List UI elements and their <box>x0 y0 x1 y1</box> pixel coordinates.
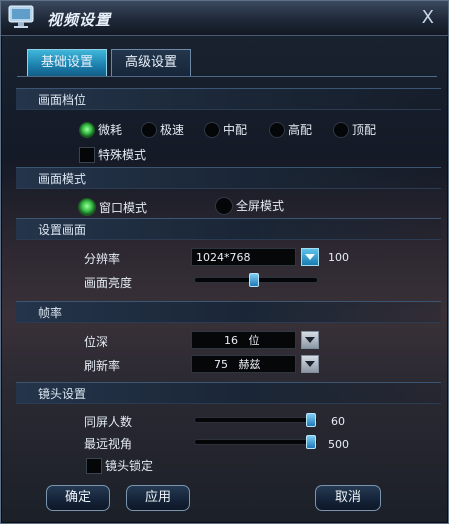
section-display-mode: 画面模式 <box>16 167 441 189</box>
section-title: 设置画面 <box>38 223 87 237</box>
screen-players-slider-thumb[interactable] <box>306 413 316 427</box>
quality-radio-high[interactable] <box>269 122 285 138</box>
special-mode-checkbox[interactable] <box>79 147 95 163</box>
apply-button[interactable]: 应用 <box>126 485 190 511</box>
brightness-label: 画面亮度 <box>84 276 133 290</box>
view-distance-slider-thumb[interactable] <box>306 435 316 449</box>
chevron-down-icon <box>305 254 315 260</box>
special-mode-label: 特殊模式 <box>98 148 147 162</box>
resolution-extra-value: 100 <box>328 251 349 264</box>
screen-players-label: 同屏人数 <box>84 415 133 429</box>
section-title: 镜头设置 <box>38 387 87 401</box>
view-distance-label: 最远视角 <box>84 437 133 451</box>
quality-radio-top[interactable] <box>333 122 349 138</box>
tab-advanced-settings[interactable]: 高级设置 <box>111 49 191 77</box>
chevron-down-icon <box>305 337 315 343</box>
quality-label-top: 顶配 <box>352 123 377 137</box>
quality-radio-fast[interactable] <box>141 122 157 138</box>
refresh-rate-select[interactable]: 75 赫兹 <box>191 355 296 373</box>
chevron-down-icon <box>305 361 315 367</box>
screen-players-value: 60 <box>331 415 345 428</box>
section-screen: 设置画面 <box>16 218 441 240</box>
lock-camera-checkbox[interactable] <box>86 458 102 474</box>
section-title: 画面档位 <box>38 93 87 107</box>
resolution-label: 分辨率 <box>84 252 121 266</box>
view-distance-value: 500 <box>328 438 349 451</box>
fullscreen-mode-radio[interactable] <box>215 197 233 215</box>
monitor-icon <box>8 5 34 28</box>
bit-depth-dropdown-button[interactable] <box>301 331 319 349</box>
fullscreen-mode-label: 全屏模式 <box>236 199 285 213</box>
ok-button[interactable]: 确定 <box>46 485 110 511</box>
bit-depth-select[interactable]: 16 位 <box>191 331 296 349</box>
bit-depth-label: 位深 <box>84 335 109 349</box>
refresh-rate-dropdown-button[interactable] <box>301 355 319 373</box>
tab-divider <box>17 76 437 77</box>
window-mode-label: 窗口模式 <box>99 201 148 215</box>
cancel-button[interactable]: 取消 <box>315 485 381 511</box>
quality-label-medium: 中配 <box>223 123 248 137</box>
quality-radio-medium[interactable] <box>204 122 220 138</box>
brightness-slider-thumb[interactable] <box>249 273 259 287</box>
section-quality: 画面档位 <box>16 88 441 110</box>
quality-label-high: 高配 <box>288 123 313 137</box>
window-title: 视频设置 <box>47 11 112 29</box>
window-mode-radio[interactable] <box>78 198 96 216</box>
lock-camera-label: 镜头锁定 <box>105 459 154 473</box>
title-bar[interactable]: 视频设置 X <box>1 1 448 36</box>
quality-label-minimal: 微耗 <box>98 123 123 137</box>
tab-basic-settings[interactable]: 基础设置 <box>27 49 107 77</box>
section-framerate: 帧率 <box>16 301 441 323</box>
close-button[interactable]: X <box>422 7 434 28</box>
section-camera: 镜头设置 <box>16 382 441 404</box>
screen-players-slider-track[interactable] <box>194 417 318 423</box>
section-title: 帧率 <box>38 306 63 320</box>
section-title: 画面模式 <box>38 172 87 186</box>
resolution-select[interactable]: 1024*768 <box>191 248 296 266</box>
resolution-dropdown-button[interactable] <box>301 248 319 266</box>
video-settings-window: 视频设置 X 基础设置 高级设置 画面档位 微耗 极速 中配 高配 顶配 特殊模… <box>0 0 449 524</box>
view-distance-slider-track[interactable] <box>194 439 318 445</box>
refresh-rate-label: 刷新率 <box>84 359 121 373</box>
quality-radio-minimal[interactable] <box>79 122 95 138</box>
quality-label-fast: 极速 <box>160 123 185 137</box>
